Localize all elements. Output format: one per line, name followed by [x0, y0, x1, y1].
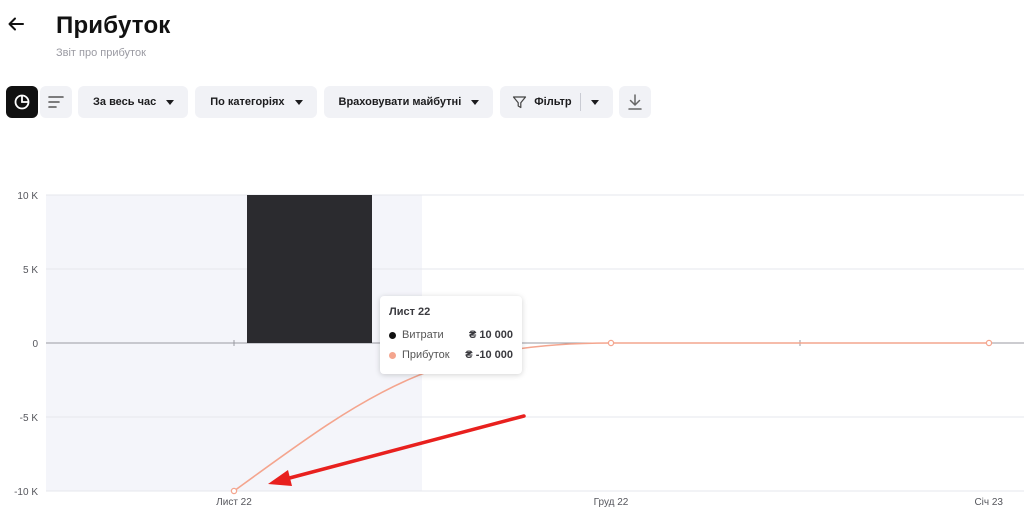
profit-report-page: Прибуток Звіт про прибуток За весь час П… — [0, 0, 1024, 516]
expenses-bar[interactable] — [247, 195, 372, 343]
chevron-down-icon — [166, 99, 175, 105]
y-tick-label: 0 — [32, 339, 38, 350]
tooltip-row-profit: Прибуток ₴ -10 000 — [389, 345, 513, 365]
chevron-down-icon[interactable] — [590, 99, 599, 105]
list-lines-icon — [48, 96, 64, 108]
page-subtitle: Звіт про прибуток — [56, 47, 146, 59]
tooltip-row-expenses: Витрати ₴ 10 000 — [389, 325, 513, 345]
profit-point[interactable] — [985, 339, 993, 347]
profit-point[interactable] — [607, 339, 615, 347]
tooltip-row-value: ₴ 10 000 — [468, 329, 513, 341]
tooltip-title: Лист 22 — [389, 306, 431, 318]
download-icon — [627, 94, 642, 110]
y-tick-label: 10 K — [17, 191, 38, 202]
x-tick-label: Лист 22 — [216, 497, 252, 508]
x-tick-label: Січ 23 — [974, 497, 1003, 508]
report-toolbar: За весь час По категоріях Враховувати ма… — [6, 86, 651, 118]
grouping-dropdown-label: По категоріях — [210, 96, 285, 108]
future-dropdown-label: Враховувати майбутні — [338, 96, 462, 108]
funnel-icon — [513, 95, 527, 108]
list-view-button[interactable] — [40, 86, 72, 118]
chevron-down-icon — [471, 99, 480, 105]
chart-view-button[interactable] — [6, 86, 38, 118]
y-tick-label: -5 K — [20, 413, 39, 424]
page-title: Прибуток — [56, 12, 171, 39]
y-tick-label: 5 K — [23, 265, 38, 276]
x-tick-label: Груд 22 — [594, 497, 629, 508]
chevron-down-icon — [294, 99, 303, 105]
filter-divider — [579, 93, 581, 111]
tooltip-row-value: ₴ -10 000 — [465, 349, 513, 361]
download-button[interactable] — [618, 86, 651, 118]
back-button[interactable] — [4, 12, 28, 36]
pie-chart-icon — [14, 94, 30, 110]
period-dropdown-label: За весь час — [93, 96, 157, 108]
filter-button[interactable]: Фільтр — [500, 86, 613, 118]
y-tick-label: -10 K — [14, 487, 38, 498]
period-dropdown[interactable]: За весь час — [78, 86, 189, 118]
arrow-left-icon — [8, 17, 24, 31]
future-dropdown[interactable]: Враховувати майбутні — [323, 86, 494, 118]
filter-label: Фільтр — [534, 96, 572, 108]
expenses-legend-dot — [389, 331, 396, 339]
grouping-dropdown[interactable]: По категоріях — [195, 86, 317, 118]
tooltip-row-name: Прибуток — [402, 349, 450, 361]
profit-point[interactable] — [230, 487, 238, 495]
chart-tooltip: Лист 22 Витрати ₴ 10 000 Прибуток ₴ -10 … — [380, 296, 522, 374]
tooltip-row-name: Витрати — [402, 329, 444, 341]
profit-legend-dot — [389, 351, 396, 359]
